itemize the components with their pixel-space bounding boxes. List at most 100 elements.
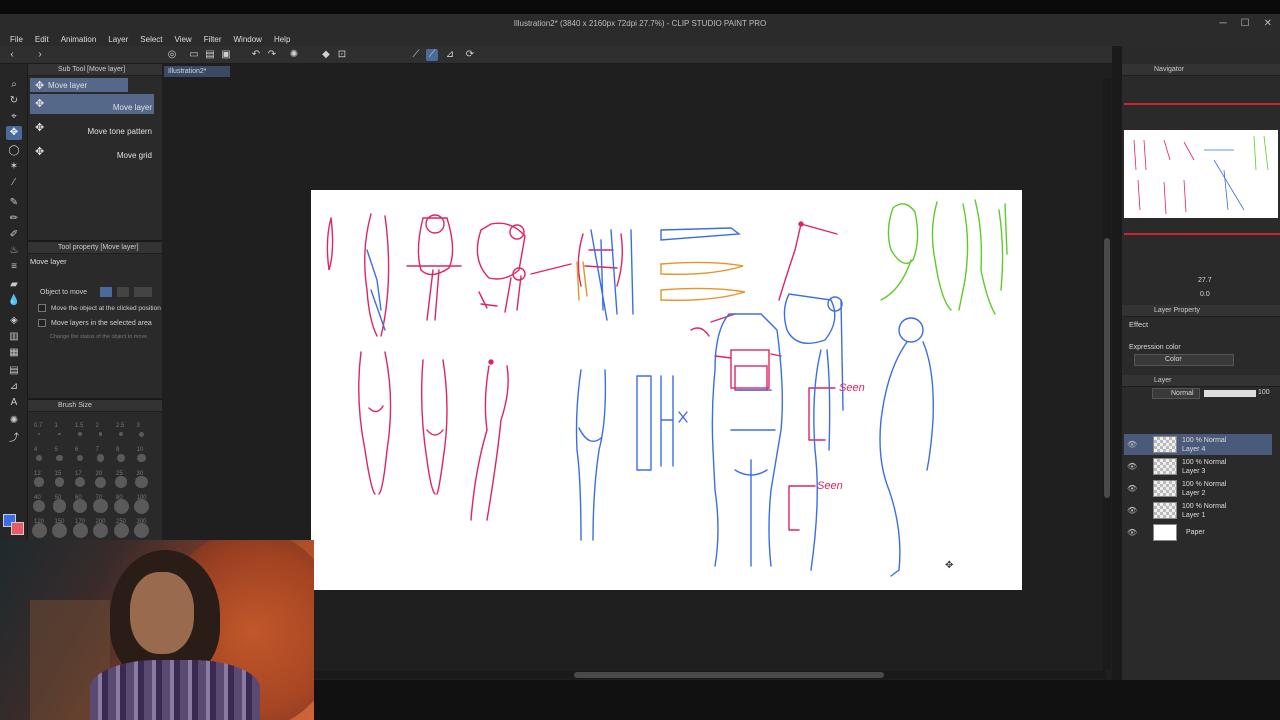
open-file-icon[interactable]: ▤	[204, 49, 216, 61]
brush-size-preset[interactable]	[137, 453, 146, 463]
menu-file[interactable]: File	[10, 35, 23, 44]
decoration-icon[interactable]: ≡	[6, 260, 22, 274]
option-row[interactable]: Move layers in the selected area	[38, 319, 152, 327]
opacity-value[interactable]: 100	[1258, 389, 1270, 396]
menu-edit[interactable]: Edit	[35, 35, 49, 44]
save-icon[interactable]: ▣	[220, 49, 232, 61]
lasso-icon[interactable]: ◯	[6, 144, 22, 158]
maximize-icon[interactable]: ☐	[1241, 18, 1250, 29]
eye-icon[interactable]: 👁	[1127, 506, 1137, 515]
sub-tool-move-grid[interactable]: ✥ Move grid	[30, 142, 154, 162]
brush-size-preset[interactable]	[96, 454, 105, 462]
settings-icon[interactable]: ⟳	[464, 49, 476, 61]
vertical-scrollbar[interactable]	[1103, 78, 1111, 670]
navigator-zoom-value[interactable]: 27.7	[1198, 277, 1212, 284]
snap-special-ruler-icon[interactable]: ⟋	[426, 49, 438, 61]
layer-row[interactable]: 👁 100 % Normal Layer 4	[1124, 434, 1272, 455]
clip-studio-icon[interactable]: ◎	[166, 49, 178, 61]
menu-window[interactable]: Window	[234, 35, 262, 44]
option-checkbox[interactable]	[38, 304, 46, 312]
horizontal-scrollbar[interactable]	[314, 671, 1106, 679]
rotate-view-icon[interactable]: ↻	[6, 94, 22, 108]
blend-mode-dropdown[interactable]: Normal	[1152, 388, 1200, 399]
layer-row[interactable]: 👁 100 % Normal Layer 2	[1124, 478, 1272, 499]
text-icon[interactable]: A	[6, 396, 22, 410]
move-tool-icon[interactable]: ✥	[6, 126, 22, 140]
brush-size-preset[interactable]	[73, 499, 87, 513]
sub-tool-move-layer[interactable]: ✥ Move layer	[30, 94, 154, 114]
sub-tool-move-tone-pattern[interactable]: ✥ Move tone pattern	[30, 118, 154, 138]
brush-size-preset[interactable]	[115, 476, 127, 488]
brush-size-preset[interactable]	[56, 454, 63, 462]
minimize-icon[interactable]: ─	[1220, 18, 1227, 29]
undo-icon[interactable]: ↶	[250, 49, 262, 61]
snap-ruler-icon[interactable]: ⟋	[410, 49, 422, 61]
navigator-rotation-value[interactable]: 0.0	[1200, 291, 1210, 298]
horizontal-scroll-thumb[interactable]	[574, 672, 884, 678]
fill-icon[interactable]: ◆	[320, 49, 332, 61]
brush-size-preset[interactable]	[38, 433, 40, 435]
figure-icon[interactable]: ▦	[6, 346, 22, 360]
navigator-preview[interactable]	[1124, 130, 1278, 218]
eye-icon[interactable]: 👁	[1127, 462, 1137, 471]
eraser-icon[interactable]: ▰	[6, 278, 22, 292]
brush-size-preset[interactable]	[139, 431, 144, 437]
arrow-right-icon[interactable]: ›	[34, 49, 46, 61]
brush-size-preset[interactable]	[78, 432, 82, 436]
brush-size-preset[interactable]	[54, 477, 65, 487]
menu-select[interactable]: Select	[140, 35, 162, 44]
object-tone-option[interactable]	[117, 287, 130, 297]
operation-icon[interactable]: ⌖	[6, 110, 22, 124]
option-row[interactable]: Change the status of the object to move	[38, 334, 147, 340]
eyedropper-icon[interactable]: ⁄	[6, 176, 22, 190]
document-tab[interactable]: Illustration2*	[164, 66, 230, 77]
menu-view[interactable]: View	[175, 35, 192, 44]
arrow-left-icon[interactable]: ‹	[6, 49, 18, 61]
snap-grid-icon[interactable]: ⊿	[444, 49, 456, 61]
brush-size-preset[interactable]	[95, 476, 106, 488]
brush-icon[interactable]: ✐	[6, 228, 22, 242]
option-row[interactable]: Move the object at the clicked position	[38, 304, 161, 312]
canvas-paper[interactable]: Seen Seen ✥	[311, 190, 1022, 590]
brush-size-preset[interactable]	[36, 455, 42, 461]
close-icon[interactable]: ✕	[1264, 18, 1272, 29]
menu-help[interactable]: Help	[274, 35, 290, 44]
opacity-slider[interactable]	[1204, 390, 1256, 397]
expression-color-dropdown[interactable]: Color	[1134, 354, 1234, 366]
blend-icon[interactable]: 💧	[6, 294, 22, 308]
redo-icon[interactable]: ↷	[266, 49, 278, 61]
menu-layer[interactable]: Layer	[108, 35, 128, 44]
brush-size-preset[interactable]	[117, 454, 125, 462]
transform-icon[interactable]: ⊡	[336, 49, 348, 61]
eye-icon[interactable]: 👁	[1127, 440, 1137, 449]
clear-icon[interactable]: ✺	[288, 49, 300, 61]
vertical-scroll-thumb[interactable]	[1104, 238, 1110, 498]
pencil-icon[interactable]: ✏	[6, 212, 22, 226]
layer-row[interactable]: 👁 Paper	[1124, 522, 1272, 543]
eye-icon[interactable]: 👁	[1127, 528, 1137, 537]
balloon-icon[interactable]: ✺	[6, 414, 22, 428]
sub-color-swatch[interactable]	[11, 522, 24, 535]
ruler-icon[interactable]: ⊿	[6, 380, 22, 394]
object-layer-option[interactable]	[100, 287, 113, 297]
magic-wand-icon[interactable]: ✶	[6, 160, 22, 174]
option-checkbox[interactable]	[38, 319, 46, 327]
layer-row[interactable]: 👁 100 % Normal Layer 3	[1124, 456, 1272, 477]
layer-row[interactable]: 👁 100 % Normal Layer 1	[1124, 500, 1272, 521]
eye-icon[interactable]: 👁	[1127, 484, 1137, 493]
brush-size-preset[interactable]	[34, 477, 44, 487]
object-grid-dropdown[interactable]	[134, 287, 153, 297]
fill-tool-icon[interactable]: ◈	[6, 314, 22, 328]
frame-icon[interactable]: ▤	[6, 364, 22, 378]
brush-size-preset[interactable]	[135, 475, 148, 489]
gradient-icon[interactable]: ▥	[6, 330, 22, 344]
pen-icon[interactable]: ✎	[6, 196, 22, 210]
airbrush-icon[interactable]: ♨	[6, 244, 22, 258]
menu-animation[interactable]: Animation	[61, 35, 97, 44]
zoom-icon[interactable]: ⌕	[6, 78, 22, 92]
new-file-icon[interactable]: ▭	[188, 49, 200, 61]
correct-line-icon[interactable]: ⤴	[6, 432, 22, 446]
menu-filter[interactable]: Filter	[204, 35, 222, 44]
sub-tool-group-tab[interactable]: ✥ Move layer	[30, 78, 128, 92]
brush-size-preset[interactable]	[52, 499, 67, 513]
